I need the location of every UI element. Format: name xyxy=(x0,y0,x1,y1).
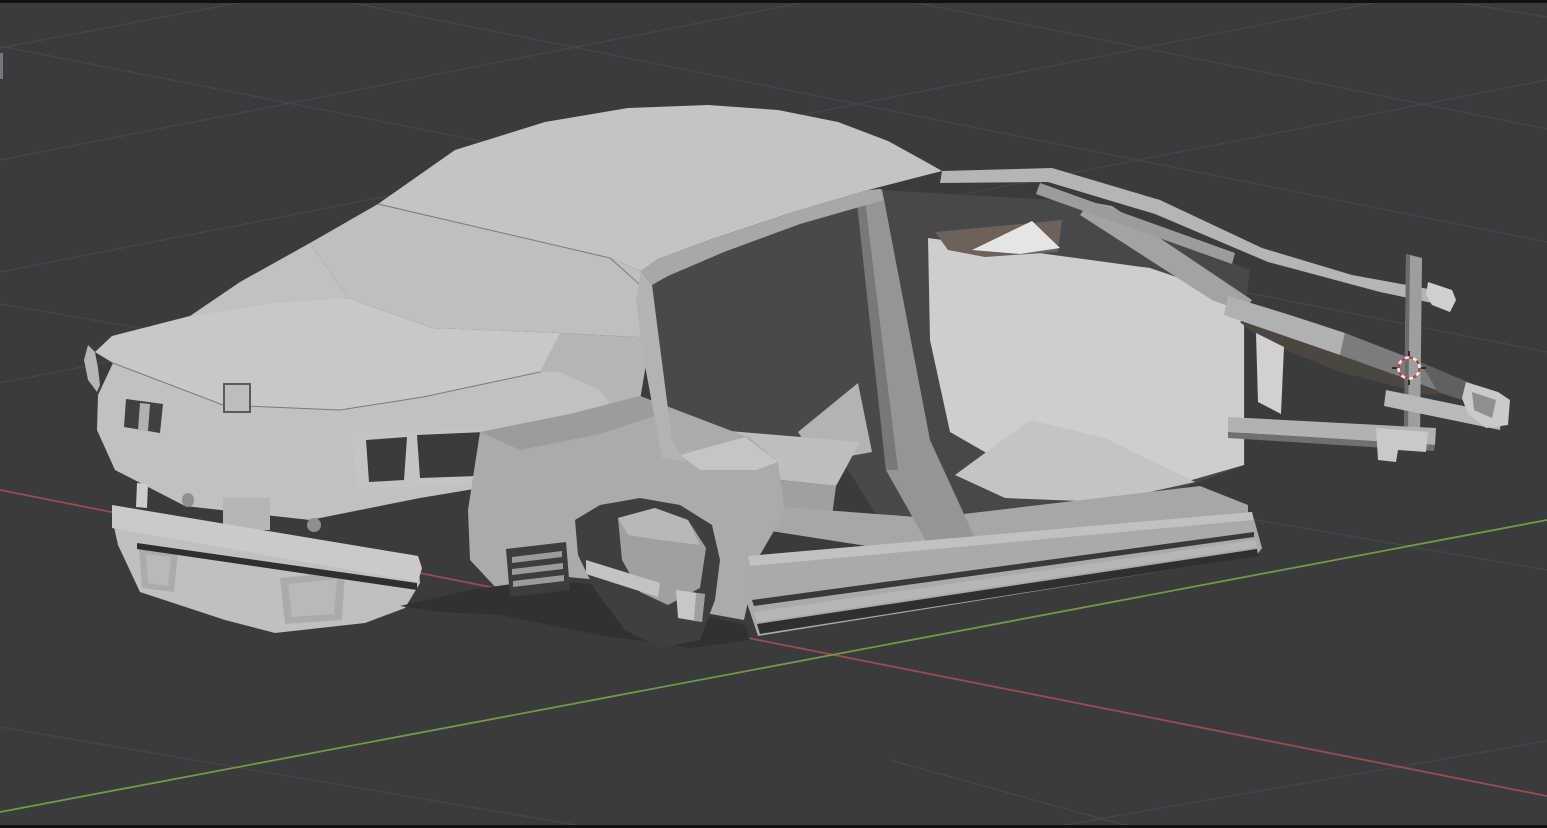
bumper-recess-right-inner xyxy=(288,579,337,617)
trunk-badge xyxy=(223,383,251,413)
right-taillight-opening-inner xyxy=(366,437,407,482)
blender-3d-viewport[interactable] xyxy=(0,0,1547,828)
sensor-hole-right xyxy=(307,518,321,532)
header-end-hook xyxy=(1426,282,1456,312)
viewport-canvas[interactable] xyxy=(0,0,1547,828)
left-taillight-strut xyxy=(138,403,150,431)
cowl-side-wedge xyxy=(1256,333,1284,414)
sensor-hole-left xyxy=(182,493,194,507)
bumper-recess-left-inner xyxy=(146,554,171,586)
fascia-tab xyxy=(136,483,148,508)
front-stand xyxy=(1376,428,1428,462)
top-letterbox-bar xyxy=(0,0,1547,3)
window-edge-notch xyxy=(0,53,3,79)
